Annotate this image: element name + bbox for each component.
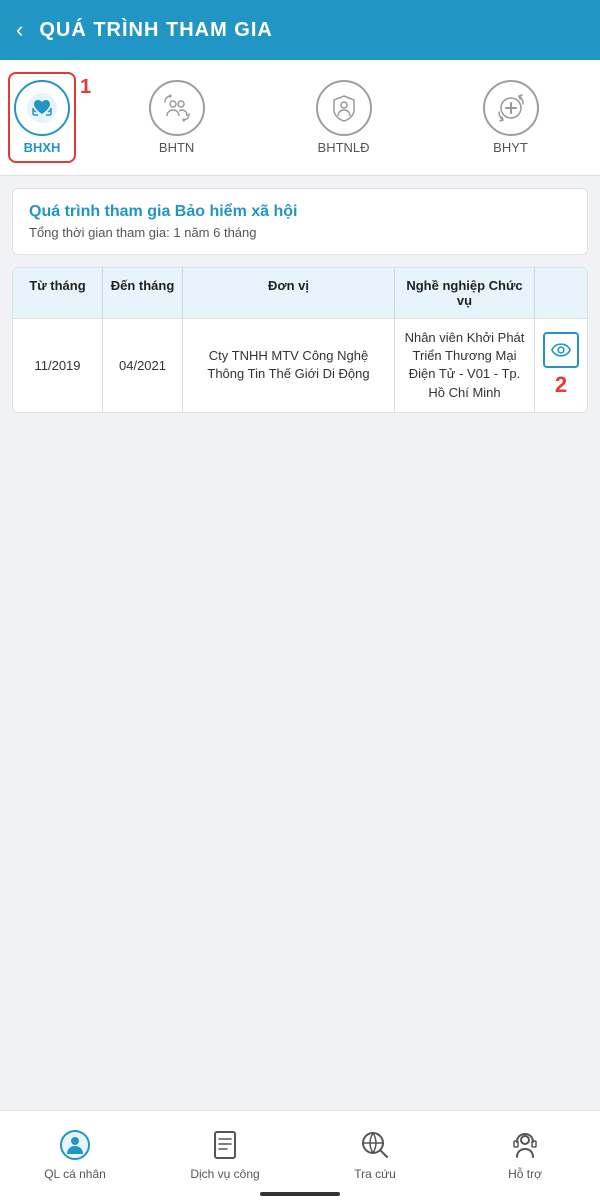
bhtn-icon	[161, 92, 193, 124]
search-globe-icon	[357, 1127, 393, 1163]
nav-ho-tro-label: Hỗ trợ	[508, 1167, 542, 1181]
nav-tra-cuu-label: Tra cứu	[354, 1167, 396, 1181]
cell-action[interactable]: 2	[535, 319, 587, 412]
bhtn-icon-circle	[149, 80, 205, 136]
person-circle-icon	[57, 1127, 93, 1163]
bhyt-icon-circle	[483, 80, 539, 136]
bhtnld-icon	[328, 92, 360, 124]
table-header: Từ tháng Đến tháng Đơn vị Nghề nghiệp Ch…	[13, 268, 587, 318]
col-action	[535, 268, 587, 318]
annotation-1: 1	[80, 76, 91, 99]
headset-icon	[507, 1127, 543, 1163]
tab-bhyt[interactable]: BHYT	[429, 74, 592, 161]
tab-bhtn-label: BHTN	[159, 140, 194, 155]
nav-ql-ca-nhan[interactable]: QL cá nhân	[0, 1127, 150, 1181]
bhxh-icon	[26, 92, 58, 124]
nav-dich-vu-cong[interactable]: Dịch vụ công	[150, 1127, 300, 1181]
back-button[interactable]: ‹	[16, 17, 23, 43]
info-card-subtitle: Tổng thời gian tham gia: 1 năm 6 tháng	[29, 225, 571, 240]
participation-table: Từ tháng Đến tháng Đơn vị Nghề nghiệp Ch…	[12, 267, 588, 413]
col-role: Nghề nghiệp Chức vụ	[395, 268, 535, 318]
view-detail-button[interactable]	[543, 332, 579, 368]
eye-icon	[551, 343, 571, 357]
nav-ho-tro[interactable]: Hỗ trợ	[450, 1127, 600, 1181]
col-from: Từ tháng	[13, 268, 103, 318]
cell-unit: Cty TNHH MTV Công Nghệ Thông Tin Thế Giớ…	[183, 319, 395, 412]
col-to: Đến tháng	[103, 268, 183, 318]
bhxh-icon-circle	[14, 80, 70, 136]
bhyt-icon	[495, 92, 527, 124]
bhtnld-icon-circle	[316, 80, 372, 136]
cell-from: 11/2019	[13, 319, 103, 412]
tab-bhtnld-label: BHTNLĐ	[318, 140, 370, 155]
tab-bar: BHXH 1 BHTN	[0, 60, 600, 176]
tab-bhtn[interactable]: BHTN	[95, 74, 258, 161]
info-card: Quá trình tham gia Bảo hiểm xã hội Tổng …	[12, 188, 588, 255]
tab-bhtnld[interactable]: BHTNLĐ	[262, 74, 425, 161]
tab-bhxh[interactable]: BHXH	[8, 72, 76, 163]
home-indicator	[260, 1192, 340, 1196]
annotation-2: 2	[555, 372, 567, 398]
page-title: QUÁ TRÌNH THAM GIA	[39, 19, 273, 42]
cell-role: Nhân viên Khởi Phát Triển Thương Mại Điệ…	[395, 319, 535, 412]
nav-ql-ca-nhan-label: QL cá nhân	[44, 1167, 106, 1181]
tab-bhyt-label: BHYT	[493, 140, 528, 155]
col-unit: Đơn vị	[183, 268, 395, 318]
document-list-icon	[207, 1127, 243, 1163]
tab-bhxh-label: BHXH	[24, 140, 61, 155]
app-header: ‹ QUÁ TRÌNH THAM GIA	[0, 0, 600, 60]
info-card-title: Quá trình tham gia Bảo hiểm xã hội	[29, 203, 571, 221]
table-row: 11/2019 04/2021 Cty TNHH MTV Công Nghệ T…	[13, 318, 587, 412]
bottom-navigation: QL cá nhân Dịch vụ công Tra cứu	[0, 1110, 600, 1200]
cell-to: 04/2021	[103, 319, 183, 412]
nav-dich-vu-cong-label: Dịch vụ công	[190, 1167, 259, 1181]
content-area: Quá trình tham gia Bảo hiểm xã hội Tổng …	[0, 176, 600, 425]
nav-tra-cuu[interactable]: Tra cứu	[300, 1127, 450, 1181]
